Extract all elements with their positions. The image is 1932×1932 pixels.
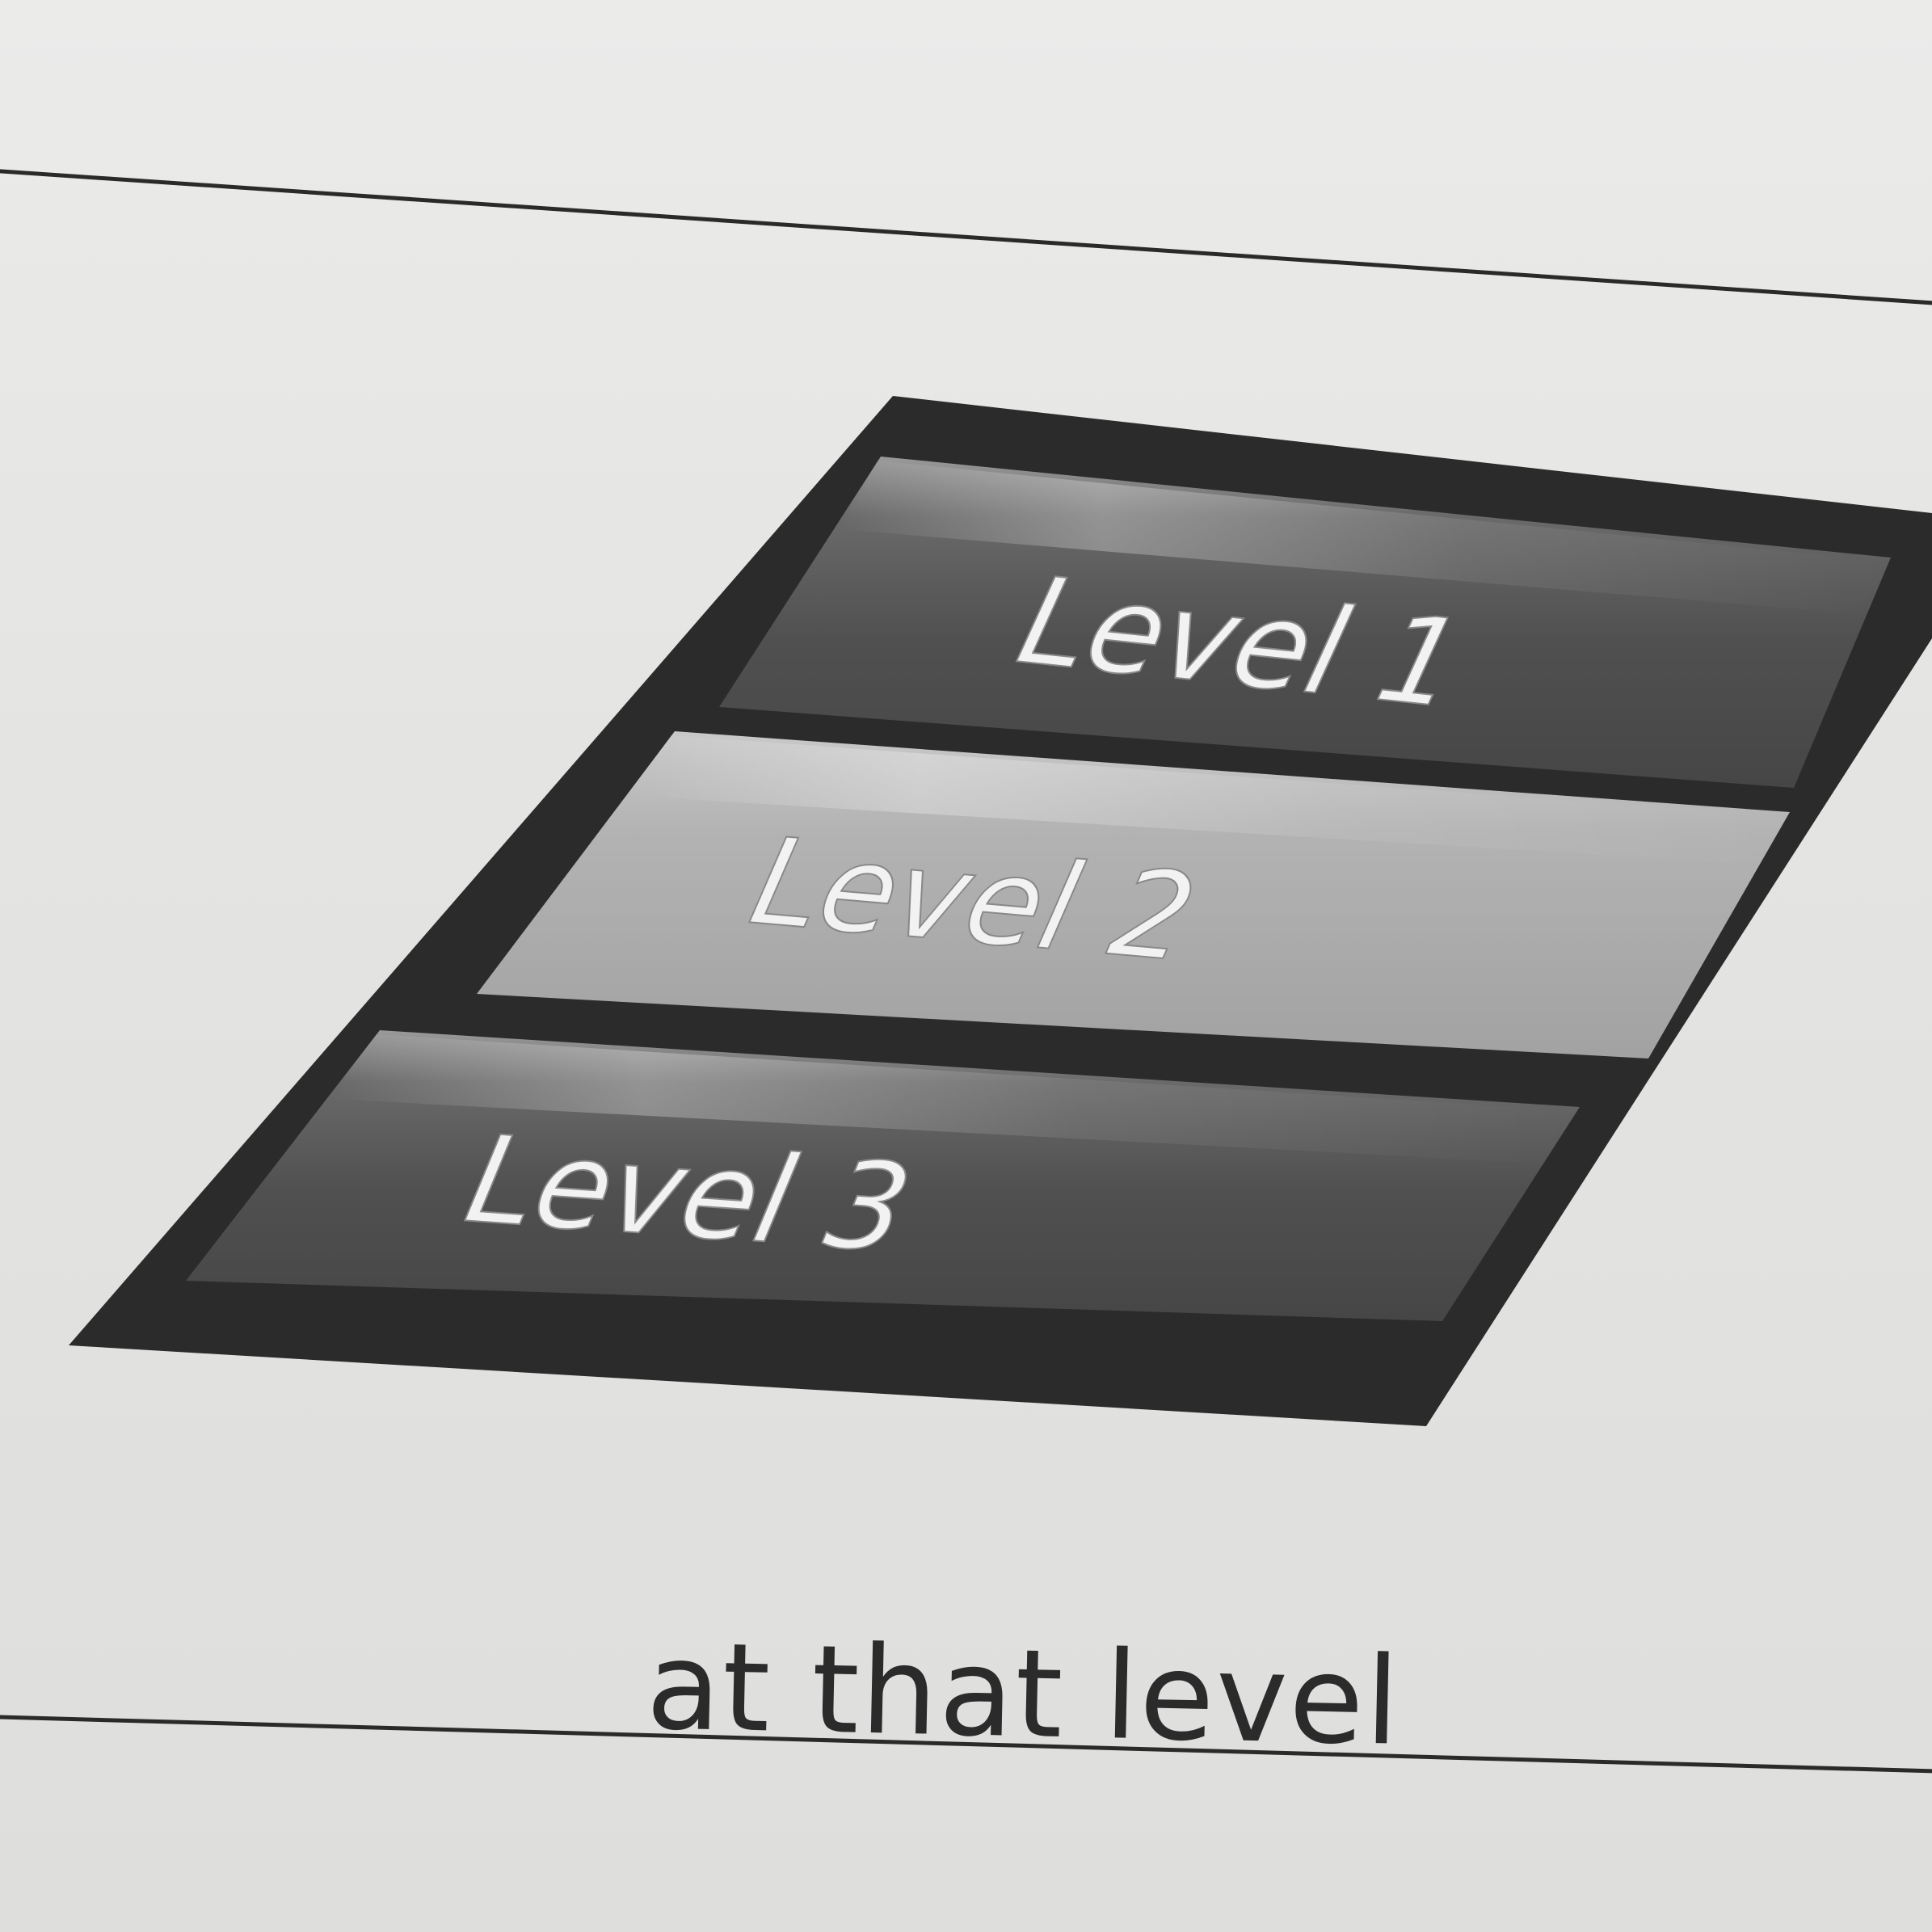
caption-text: at that level (645, 1616, 1403, 1773)
